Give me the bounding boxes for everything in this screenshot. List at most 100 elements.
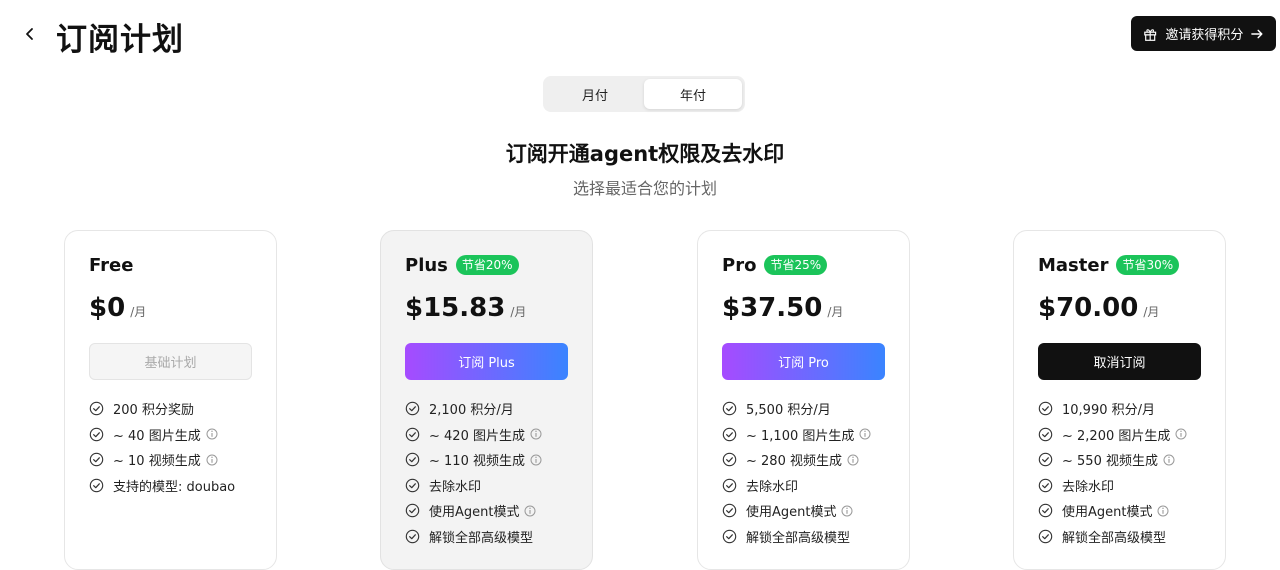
price-period: /月 xyxy=(130,305,147,319)
check-circle-icon xyxy=(722,503,737,518)
info-icon[interactable] xyxy=(1163,454,1175,466)
feature-text: ~ 1,100 图片生成 xyxy=(746,428,855,444)
feature-text: 去除水印 xyxy=(429,479,482,495)
feature-item: 解锁全部高级模型 xyxy=(722,524,909,550)
feature-item: 2,100 积分/月 xyxy=(405,396,592,422)
info-icon[interactable] xyxy=(530,428,542,440)
feature-text: 解锁全部高级模型 xyxy=(1062,530,1167,546)
feature-list: 2,100 积分/月 ~ 420 图片生成 ~ 110 视频生成去除水印使用Agen… xyxy=(405,396,592,549)
check-circle-icon xyxy=(405,503,420,518)
info-icon[interactable] xyxy=(524,505,536,517)
feature-item: ~ 1,100 图片生成 xyxy=(722,422,909,448)
feature-text: 2,100 积分/月 xyxy=(429,403,514,419)
back-button[interactable] xyxy=(18,22,42,46)
pricing-headline: 订阅开通agent权限及去水印 xyxy=(505,142,785,166)
check-circle-icon xyxy=(89,452,104,467)
info-icon[interactable] xyxy=(847,454,859,466)
discount-badge: 节省20% xyxy=(455,255,519,275)
feature-text: ~ 420 图片生成 xyxy=(429,428,525,444)
feature-text: 200 积分奖励 xyxy=(113,403,194,419)
plan-name: Pro xyxy=(722,254,757,276)
check-circle-icon xyxy=(722,401,737,416)
feature-text: 使用Agent模式 xyxy=(1062,505,1153,521)
check-circle-icon xyxy=(405,452,420,467)
subscribe-pro-button[interactable]: 订阅 Pro xyxy=(722,343,885,380)
plan-price: $37.50 xyxy=(722,293,823,323)
feature-list: 200 积分奖励 ~ 40 图片生成 ~ 10 视频生成支持的模型: doubao xyxy=(89,396,276,498)
plan-price: $15.83 xyxy=(405,293,506,323)
feature-text: ~ 10 视频生成 xyxy=(113,454,201,470)
feature-item: 200 积分奖励 xyxy=(89,396,276,422)
check-circle-icon xyxy=(722,452,737,467)
feature-text: ~ 280 视频生成 xyxy=(746,454,842,470)
plan-header: Plus 节省20% xyxy=(405,253,592,277)
billing-period-toggle: 月付 年付 xyxy=(543,76,745,112)
toggle-yearly[interactable]: 年付 xyxy=(644,79,742,109)
feature-text: 去除水印 xyxy=(746,479,799,495)
feature-text: 支持的模型: doubao xyxy=(113,479,236,495)
pricing-subheadline: 选择最适合您的计划 xyxy=(572,179,717,198)
price-row: $70.00/月 xyxy=(1038,293,1225,327)
plan-name: Free xyxy=(89,254,134,276)
toggle-monthly[interactable]: 月付 xyxy=(546,79,644,109)
check-circle-icon xyxy=(405,401,420,416)
feature-item: 支持的模型: doubao xyxy=(89,473,276,499)
check-circle-icon xyxy=(1038,401,1053,416)
feature-item: 去除水印 xyxy=(1038,473,1225,499)
plan-name: Master xyxy=(1038,254,1109,276)
check-circle-icon xyxy=(405,427,420,442)
plan-price: $0 xyxy=(89,293,126,323)
feature-item: 解锁全部高级模型 xyxy=(405,524,592,550)
subscribe-plus-button[interactable]: 订阅 Plus xyxy=(405,343,568,380)
feature-text: 解锁全部高级模型 xyxy=(746,530,851,546)
info-icon[interactable] xyxy=(859,428,871,440)
plan-card-pro: Pro 节省25% $37.50/月 订阅 Pro 5,500 积分/月 ~ 1,100 … xyxy=(697,230,910,570)
feature-item: 使用Agent模式 xyxy=(722,498,909,524)
info-icon[interactable] xyxy=(206,454,218,466)
feature-text: 去除水印 xyxy=(1062,479,1115,495)
feature-item: ~ 280 视频生成 xyxy=(722,447,909,473)
check-circle-icon xyxy=(722,529,737,544)
invite-for-credits-button[interactable]: 邀请获得积分 xyxy=(1131,16,1276,51)
feature-item: 去除水印 xyxy=(405,473,592,499)
feature-item: ~ 110 视频生成 xyxy=(405,447,592,473)
feature-item: 使用Agent模式 xyxy=(405,498,592,524)
feature-list: 5,500 积分/月 ~ 1,100 图片生成 ~ 280 视频生成 去除水印使用Ag… xyxy=(722,396,909,549)
plan-header: Master 节省30% xyxy=(1038,253,1225,277)
check-circle-icon xyxy=(1038,529,1053,544)
info-icon[interactable] xyxy=(530,454,542,466)
check-circle-icon xyxy=(1038,452,1053,467)
plan-header: Pro 节省25% xyxy=(722,253,909,277)
check-circle-icon xyxy=(722,478,737,493)
plan-price: $70.00 xyxy=(1038,293,1139,323)
info-icon[interactable] xyxy=(206,428,218,440)
feature-item: ~ 550 视频生成 xyxy=(1038,447,1225,473)
gift-icon xyxy=(1144,28,1157,41)
plan-name: Plus xyxy=(405,254,448,276)
feature-item: 5,500 积分/月 xyxy=(722,396,909,422)
price-period: /月 xyxy=(510,305,527,319)
feature-item: 10,990 积分/月 xyxy=(1038,396,1225,422)
feature-text: ~ 550 视频生成 xyxy=(1062,454,1158,470)
check-circle-icon xyxy=(89,401,104,416)
feature-item: ~ 40 图片生成 xyxy=(89,422,276,448)
info-icon[interactable] xyxy=(1175,428,1187,440)
feature-text: 解锁全部高级模型 xyxy=(429,530,534,546)
info-icon[interactable] xyxy=(841,505,853,517)
plan-card-plus: Plus 节省20% $15.83/月 订阅 Plus 2,100 积分/月 ~ 420 … xyxy=(380,230,593,570)
price-row: $15.83/月 xyxy=(405,293,592,327)
feature-item: 解锁全部高级模型 xyxy=(1038,524,1225,550)
feature-text: ~ 40 图片生成 xyxy=(113,428,201,444)
feature-item: 使用Agent模式 xyxy=(1038,498,1225,524)
feature-item: ~ 10 视频生成 xyxy=(89,447,276,473)
plan-header: Free xyxy=(89,253,276,277)
check-circle-icon xyxy=(1038,503,1053,518)
plan-card-master: Master 节省30% $70.00/月 取消订阅 10,990 积分/月 ~ 2,20… xyxy=(1013,230,1226,570)
plan-card-free: Free $0/月 基础计划 200 积分奖励 ~ 40 图片生成 ~ 10 视频生成 支持… xyxy=(64,230,277,570)
feature-item: 去除水印 xyxy=(722,473,909,499)
check-circle-icon xyxy=(405,529,420,544)
check-circle-icon xyxy=(405,478,420,493)
check-circle-icon xyxy=(722,427,737,442)
cancel-subscription-button[interactable]: 取消订阅 xyxy=(1038,343,1201,380)
info-icon[interactable] xyxy=(1157,505,1169,517)
